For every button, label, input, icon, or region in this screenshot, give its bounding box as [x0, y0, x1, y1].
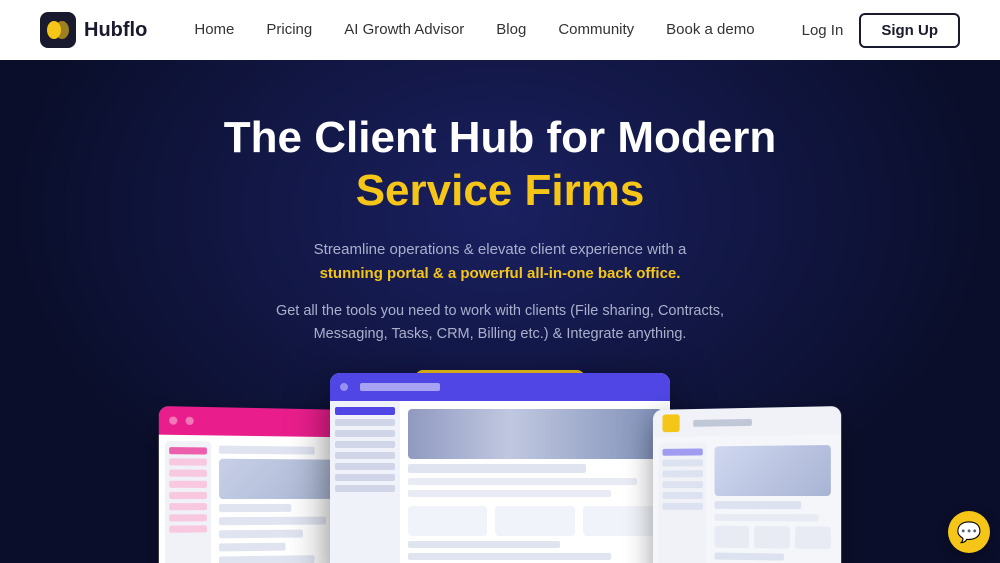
nav-home[interactable]: Home — [194, 21, 234, 38]
logo[interactable]: Hubflo — [40, 12, 147, 48]
hero-description: Get all the tools you need to work with … — [250, 300, 750, 346]
chat-icon: 💬 — [957, 520, 982, 545]
hero-subtitle-plain: Streamline operations & elevate client e… — [314, 241, 687, 258]
hero-subtitle-yellow: stunning portal & a powerful all-in-one … — [320, 265, 681, 282]
nav-blog[interactable]: Blog — [496, 21, 526, 38]
signup-button[interactable]: Sign Up — [859, 13, 960, 48]
logo-text: Hubflo — [84, 19, 147, 42]
nav-book-demo[interactable]: Book a demo — [666, 21, 754, 38]
screen-right — [653, 406, 841, 563]
login-button[interactable]: Log In — [802, 22, 844, 39]
chat-bubble[interactable]: 💬 — [948, 511, 990, 553]
screen-center — [330, 373, 670, 563]
navbar: Hubflo Home Pricing AI Growth Advisor Bl… — [0, 0, 1000, 60]
mockup-container — [160, 383, 840, 563]
hero-title-line1: The Client Hub for Modern — [224, 113, 776, 162]
nav-pricing[interactable]: Pricing — [266, 21, 312, 38]
hero-title-line2: Service Firms — [356, 166, 645, 215]
hero-section: The Client Hub for Modern Service Firms … — [0, 60, 1000, 563]
nav-links: Home Pricing AI Growth Advisor Blog Comm… — [194, 21, 754, 39]
hero-title: The Client Hub for Modern Service Firms — [224, 112, 776, 218]
nav-community[interactable]: Community — [558, 21, 634, 38]
nav-actions: Log In Sign Up — [802, 13, 960, 48]
screen-left — [159, 406, 347, 563]
hero-subtitle: Streamline operations & elevate client e… — [314, 238, 687, 286]
nav-ai-growth[interactable]: AI Growth Advisor — [344, 21, 464, 38]
